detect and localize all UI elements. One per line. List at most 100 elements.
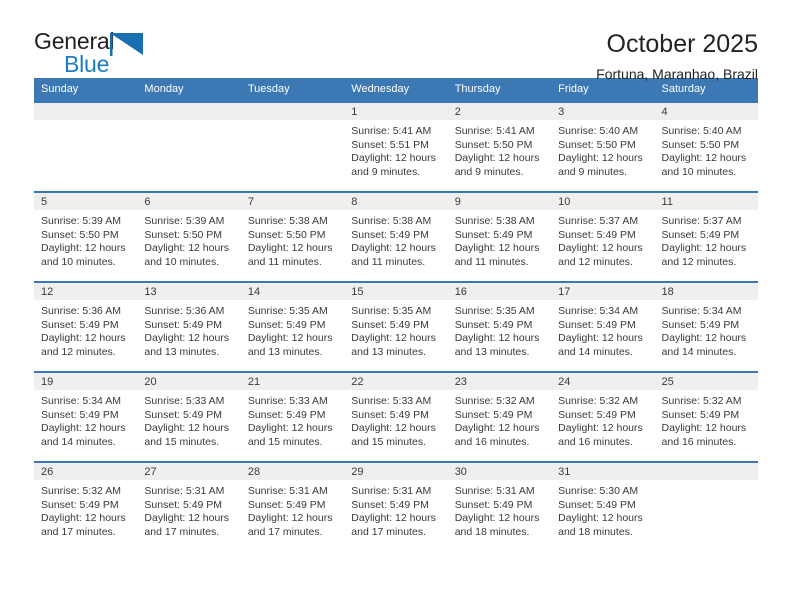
day-number: 11 (654, 193, 758, 210)
day-number: 30 (447, 463, 552, 480)
calendar-day-cell[interactable]: 12 Sunrise: 5:36 AM Sunset: 5:49 PM Dayligh… (34, 281, 138, 372)
calendar-day-cell[interactable]: 3 Sunrise: 5:40 AM Sunset: 5:50 PM Daylight… (551, 101, 655, 192)
sunset-text: Sunset: 5:50 PM (144, 228, 223, 241)
calendar-day-cell[interactable]: 19 Sunrise: 5:34 AM Sunset: 5:49 PM Dayligh… (34, 371, 138, 462)
calendar-day-cell[interactable]: 21 Sunrise: 5:33 AM Sunset: 5:49 PM Dayligh… (240, 371, 345, 462)
day-number: 5 (34, 193, 138, 210)
day-number: 8 (344, 193, 448, 210)
calendar-day-cell[interactable]: 31 Sunrise: 5:30 AM Sunset: 5:49 PM Dayligh… (551, 461, 655, 552)
daylight-text: Daylight: 12 hours and 18 minutes. (454, 512, 540, 538)
page-subtitle: Fortuna, Maranhao, Brazil (596, 66, 758, 82)
calendar-day-cell[interactable]: 16 Sunrise: 5:35 AM Sunset: 5:49 PM Dayligh… (447, 281, 552, 372)
daylight-text: Daylight: 12 hours and 18 minutes. (558, 512, 643, 538)
calendar-day-cell[interactable]: 15 Sunrise: 5:35 AM Sunset: 5:49 PM Dayligh… (344, 281, 448, 372)
day-details: Sunrise: 5:38 AM Sunset: 5:49 PM Daylight:… (448, 210, 551, 269)
calendar-day-cell[interactable]: 11 Sunrise: 5:37 AM Sunset: 5:49 PM Dayligh… (654, 191, 758, 282)
calendar-day-cell[interactable]: 2 Sunrise: 5:41 AM Sunset: 5:50 PM Daylight… (447, 101, 552, 192)
sunrise-text: Sunrise: 5:35 AM (351, 305, 432, 317)
sunset-text: Sunset: 5:49 PM (661, 318, 740, 331)
sunrise-text: Sunrise: 5:41 AM (454, 125, 535, 137)
sunrise-text: Sunrise: 5:37 AM (558, 215, 639, 227)
day-number (34, 103, 138, 120)
calendar-day-cell[interactable]: 17 Sunrise: 5:34 AM Sunset: 5:49 PM Dayligh… (551, 281, 655, 372)
sunset-text: Sunset: 5:49 PM (351, 228, 429, 241)
day-number: 17 (551, 283, 655, 300)
calendar-day-cell[interactable]: 1 Sunrise: 5:41 AM Sunset: 5:51 PM Daylight… (344, 101, 448, 192)
daylight-text: Daylight: 12 hours and 16 minutes. (661, 422, 747, 448)
sunset-text: Sunset: 5:49 PM (41, 408, 119, 421)
sunset-text: Sunset: 5:49 PM (558, 408, 636, 421)
sunset-text: Sunset: 5:49 PM (247, 408, 326, 421)
daylight-text: Daylight: 12 hours and 17 minutes. (41, 512, 126, 538)
sunset-text: Sunset: 5:50 PM (247, 228, 326, 241)
sunset-text: Sunset: 5:50 PM (41, 228, 119, 241)
sunrise-text: Sunrise: 5:40 AM (661, 125, 742, 137)
calendar-day-cell[interactable]: 5 Sunrise: 5:39 AM Sunset: 5:50 PM Daylight… (34, 191, 138, 282)
calendar-day-cell[interactable]: 24 Sunrise: 5:32 AM Sunset: 5:49 PM Dayligh… (551, 371, 655, 462)
day-details: Sunrise: 5:33 AM Sunset: 5:49 PM Daylight:… (344, 390, 447, 449)
day-number: 14 (240, 283, 345, 300)
calendar-day-cell[interactable]: 4 Sunrise: 5:40 AM Sunset: 5:50 PM Daylight… (654, 101, 758, 192)
calendar-day-cell[interactable]: 25 Sunrise: 5:32 AM Sunset: 5:49 PM Dayligh… (654, 371, 758, 462)
calendar-container: Sunday Monday Tuesday Wednesday Thursday Frid… (0, 78, 792, 552)
daylight-text: Daylight: 12 hours and 15 minutes. (144, 422, 230, 448)
sunset-text: Sunset: 5:49 PM (661, 228, 740, 241)
sunrise-text: Sunrise: 5:31 AM (454, 485, 535, 497)
sunset-text: Sunset: 5:50 PM (558, 138, 636, 151)
calendar-day-cell[interactable]: 30 Sunrise: 5:31 AM Sunset: 5:49 PM Dayligh… (447, 461, 552, 552)
sunset-text: Sunset: 5:49 PM (558, 498, 636, 511)
calendar-day-cell[interactable]: 27 Sunrise: 5:31 AM Sunset: 5:49 PM Dayligh… (137, 461, 241, 552)
daylight-text: Daylight: 12 hours and 9 minutes. (558, 152, 643, 178)
sunset-text: Sunset: 5:49 PM (144, 408, 223, 421)
calendar-day-cell[interactable]: 20 Sunrise: 5:33 AM Sunset: 5:49 PM Dayligh… (137, 371, 241, 462)
day-details: Sunrise: 5:32 AM Sunset: 5:49 PM Daylight:… (34, 480, 137, 539)
sunset-text: Sunset: 5:49 PM (558, 228, 636, 241)
calendar-day-cell[interactable]: 6 Sunrise: 5:39 AM Sunset: 5:50 PM Daylight… (137, 191, 241, 282)
sunrise-text: Sunrise: 5:31 AM (144, 485, 225, 497)
day-number: 10 (551, 193, 655, 210)
sunset-text: Sunset: 5:50 PM (454, 138, 533, 151)
day-details: Sunrise: 5:30 AM Sunset: 5:49 PM Daylight:… (551, 480, 654, 539)
weekday-header-thursday: Thursday (447, 78, 552, 102)
sunset-text: Sunset: 5:49 PM (247, 498, 326, 511)
weekday-header-sunday: Sunday (34, 78, 138, 102)
sunrise-text: Sunrise: 5:34 AM (558, 305, 639, 317)
daylight-text: Daylight: 12 hours and 14 minutes. (41, 422, 126, 448)
calendar-day-cell[interactable]: 10 Sunrise: 5:37 AM Sunset: 5:49 PM Dayligh… (551, 191, 655, 282)
day-number: 20 (137, 373, 241, 390)
calendar-cell-empty (654, 461, 758, 552)
sunrise-text: Sunrise: 5:36 AM (144, 305, 225, 317)
sunrise-text: Sunrise: 5:34 AM (41, 395, 121, 407)
day-details: Sunrise: 5:34 AM Sunset: 5:49 PM Daylight:… (34, 390, 137, 449)
calendar-day-cell[interactable]: 8 Sunrise: 5:38 AM Sunset: 5:49 PM Daylight… (344, 191, 448, 282)
calendar-day-cell[interactable]: 29 Sunrise: 5:31 AM Sunset: 5:49 PM Dayligh… (344, 461, 448, 552)
day-number: 6 (137, 193, 241, 210)
calendar-day-cell[interactable]: 22 Sunrise: 5:33 AM Sunset: 5:49 PM Dayligh… (344, 371, 448, 462)
day-number (137, 103, 241, 120)
calendar-day-cell[interactable]: 7 Sunrise: 5:38 AM Sunset: 5:50 PM Daylight… (240, 191, 345, 282)
day-number (240, 103, 345, 120)
calendar-day-cell[interactable]: 26 Sunrise: 5:32 AM Sunset: 5:49 PM Dayligh… (34, 461, 138, 552)
sunrise-text: Sunrise: 5:40 AM (558, 125, 639, 137)
sunrise-text: Sunrise: 5:36 AM (41, 305, 121, 317)
sunrise-text: Sunrise: 5:30 AM (558, 485, 639, 497)
calendar-day-cell[interactable]: 14 Sunrise: 5:35 AM Sunset: 5:49 PM Dayligh… (240, 281, 345, 372)
day-number: 24 (551, 373, 655, 390)
sunrise-text: Sunrise: 5:31 AM (247, 485, 328, 497)
calendar-cell-empty (137, 101, 241, 192)
brand-logo[interactable]: General Blue (34, 28, 154, 80)
day-details: Sunrise: 5:33 AM Sunset: 5:49 PM Daylight:… (241, 390, 344, 449)
daylight-text: Daylight: 12 hours and 13 minutes. (454, 332, 540, 358)
calendar-day-cell[interactable]: 28 Sunrise: 5:31 AM Sunset: 5:49 PM Dayligh… (240, 461, 345, 552)
page-header: General Blue October 2025 Fortuna, Maran… (0, 0, 792, 82)
calendar-week-row: 26 Sunrise: 5:32 AM Sunset: 5:49 PM Dayligh… (34, 461, 758, 552)
calendar-day-cell[interactable]: 18 Sunrise: 5:34 AM Sunset: 5:49 PM Dayligh… (654, 281, 758, 372)
calendar-day-cell[interactable]: 9 Sunrise: 5:38 AM Sunset: 5:49 PM Daylight… (447, 191, 552, 282)
day-number: 19 (34, 373, 138, 390)
calendar-day-cell[interactable]: 13 Sunrise: 5:36 AM Sunset: 5:49 PM Dayligh… (137, 281, 241, 372)
daylight-text: Daylight: 12 hours and 17 minutes. (351, 512, 436, 538)
daylight-text: Daylight: 12 hours and 15 minutes. (247, 422, 333, 448)
day-details: Sunrise: 5:40 AM Sunset: 5:50 PM Daylight:… (551, 120, 654, 179)
day-number: 1 (344, 103, 448, 120)
calendar-day-cell[interactable]: 23 Sunrise: 5:32 AM Sunset: 5:49 PM Dayligh… (447, 371, 552, 462)
